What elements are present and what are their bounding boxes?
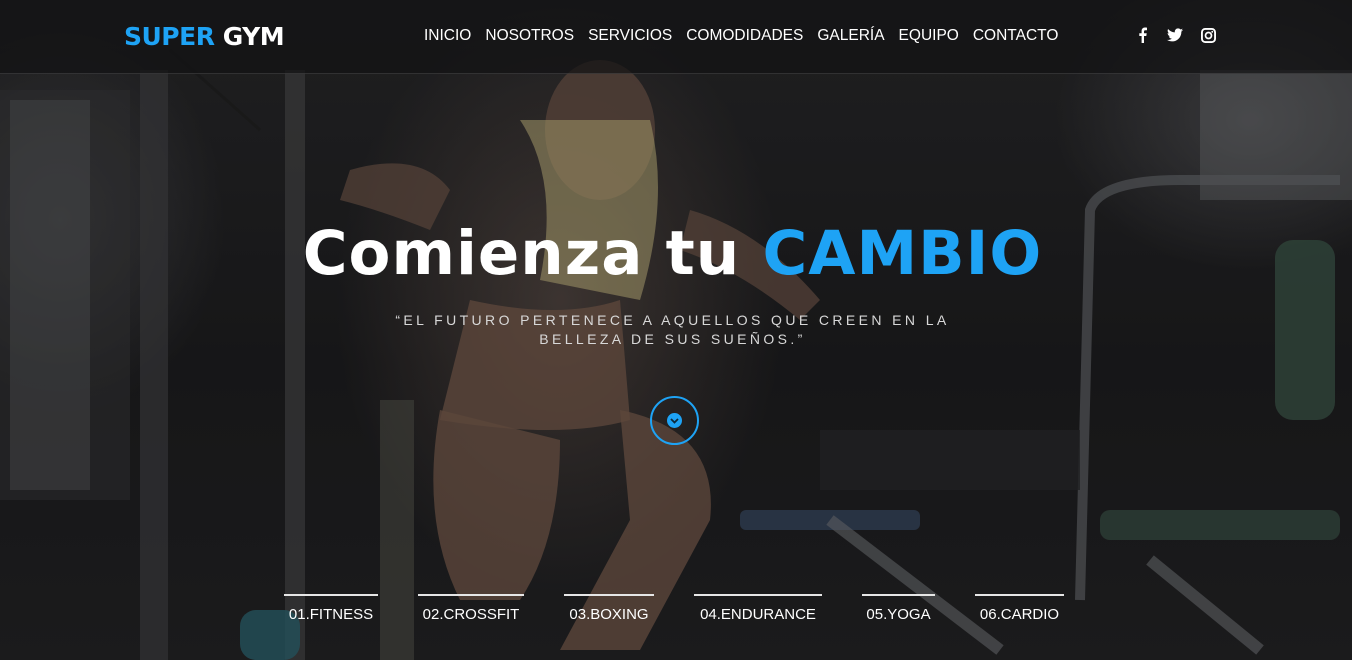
- nav-item-servicios[interactable]: SERVICIOS: [588, 26, 672, 46]
- tab-crossfit[interactable]: 02.CROSSFIT: [418, 594, 524, 623]
- tab-fitness[interactable]: 01.FITNESS: [284, 594, 378, 623]
- nav-item-nosotros[interactable]: NOSOTROS: [485, 26, 574, 46]
- scroll-down-button[interactable]: [650, 396, 699, 445]
- hero-quote: “EL FUTURO PERTENECE A AQUELLOS QUE CREE…: [395, 312, 950, 347]
- logo-accent-text: SUPER: [124, 22, 215, 51]
- tab-label: 04.ENDURANCE: [700, 606, 816, 623]
- nav-item-galeria[interactable]: GALERÍA: [817, 26, 884, 46]
- hero-headline: Comienza tu CAMBIO: [0, 218, 1345, 290]
- twitter-icon[interactable]: [1167, 26, 1183, 44]
- nav-item-equipo[interactable]: EQUIPO: [899, 26, 959, 46]
- nav-item-inicio[interactable]: INICIO: [424, 26, 471, 46]
- headline-accent-text: CAMBIO: [762, 218, 1043, 289]
- instagram-icon[interactable]: [1200, 26, 1216, 44]
- category-tabs: 01.FITNESS 02.CROSSFIT 03.BOXING 04.ENDU…: [0, 594, 1352, 634]
- tab-label: 06.CARDIO: [979, 606, 1060, 623]
- site-logo[interactable]: SUPER GYM: [124, 21, 285, 53]
- top-navigation-bar: SUPER GYM INICIO NOSOTROS SERVICIOS COMO…: [0, 0, 1352, 74]
- logo-rest-text: GYM: [222, 22, 285, 51]
- tab-label: 02.CROSSFIT: [422, 606, 520, 623]
- tab-boxing[interactable]: 03.BOXING: [564, 594, 654, 623]
- tab-cardio[interactable]: 06.CARDIO: [975, 594, 1064, 623]
- tab-endurance[interactable]: 04.ENDURANCE: [694, 594, 822, 623]
- tab-label: 03.BOXING: [569, 606, 649, 623]
- headline-lead-text: Comienza tu: [302, 218, 741, 289]
- nav-item-contacto[interactable]: CONTACTO: [973, 26, 1059, 46]
- tab-label: 01.FITNESS: [288, 606, 374, 623]
- chevron-down-icon: [667, 413, 682, 428]
- tab-label: 05.YOGA: [866, 606, 931, 623]
- facebook-icon[interactable]: [1134, 26, 1150, 44]
- main-nav: INICIO NOSOTROS SERVICIOS COMODIDADES GA…: [424, 26, 1058, 46]
- nav-item-comodidades[interactable]: COMODIDADES: [686, 26, 803, 46]
- social-links: [1134, 26, 1216, 44]
- tab-yoga[interactable]: 05.YOGA: [862, 594, 935, 623]
